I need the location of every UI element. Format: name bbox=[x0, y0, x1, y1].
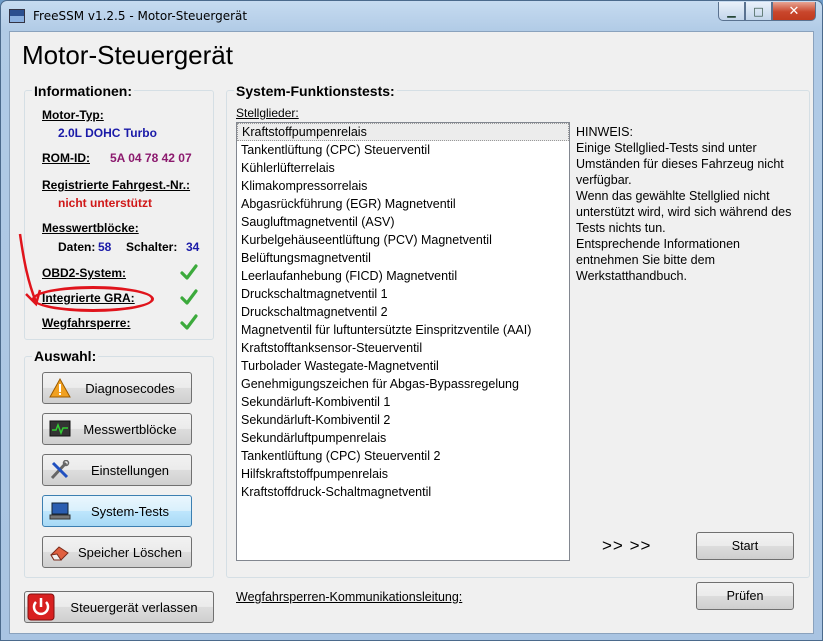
einstellungen-label: Einstellungen bbox=[90, 462, 170, 478]
rom-id-value: 5A 04 78 42 07 bbox=[110, 151, 192, 165]
hint-text: HINWEIS: Einige Stellglied-Tests sind unt… bbox=[576, 124, 801, 284]
list-item[interactable]: Sekundärluftpumpenrelais bbox=[237, 429, 569, 447]
client-area: Motor-Steuergerät Informationen: Motor-T… bbox=[9, 31, 814, 634]
annotation-arrow-icon bbox=[18, 233, 42, 307]
selection-heading: Auswahl: bbox=[32, 348, 99, 364]
hint-line: Einige Stellglied-Tests sind unter bbox=[576, 141, 757, 155]
vin-value: nicht unterstützt bbox=[58, 196, 152, 210]
hint-line: unterstützt wird, wird sich während des bbox=[576, 205, 792, 219]
speicher-loeschen-label: Speicher Löschen bbox=[77, 544, 183, 560]
speicher-loeschen-button[interactable]: Speicher Löschen bbox=[42, 536, 192, 568]
system-tests-button[interactable]: System-Tests bbox=[42, 495, 192, 527]
einstellungen-button[interactable]: Einstellungen bbox=[42, 454, 192, 486]
data-label: Daten: bbox=[58, 240, 96, 254]
motor-type-label: Motor-Typ: bbox=[42, 108, 104, 122]
switch-count: 34 bbox=[186, 240, 200, 254]
hint-line: Entsprechende Informationen bbox=[576, 237, 740, 251]
hint-line: Werkstatthandbuch. bbox=[576, 269, 687, 283]
list-item[interactable]: Genehmigungszeichen für Abgas-Bypassrege… bbox=[237, 375, 569, 393]
check-button[interactable]: Prüfen bbox=[696, 582, 794, 610]
hint-line: HINWEIS: bbox=[576, 125, 633, 139]
list-item[interactable]: Kraftstoffpumpenrelais bbox=[237, 123, 569, 141]
list-item[interactable]: Sekundärluft-Kombiventil 2 bbox=[237, 411, 569, 429]
actuators-label: Stellglieder: bbox=[236, 106, 299, 120]
list-item[interactable]: Turbolader Wastegate-Magnetventil bbox=[237, 357, 569, 375]
vin-label: Registrierte Fahrgest.-Nr.: bbox=[42, 178, 191, 192]
app-icon bbox=[9, 9, 25, 23]
tools-icon bbox=[50, 460, 70, 480]
immo-check-icon bbox=[180, 314, 198, 330]
hint-line: Umständen für dieses Fahrzeug nicht bbox=[576, 157, 784, 171]
page-title: Motor-Steuergerät bbox=[22, 40, 233, 70]
eraser-icon bbox=[50, 546, 69, 561]
list-item[interactable]: Leerlaufanhebung (FICD) Magnetventil bbox=[237, 267, 569, 285]
messwertbloecke-button[interactable]: Messwertblöcke bbox=[42, 413, 192, 445]
list-item[interactable]: Magnetventil für luftuntersützte Einspri… bbox=[237, 321, 569, 339]
list-item[interactable]: Tankentlüftung (CPC) Steuerventil bbox=[237, 141, 569, 159]
list-item[interactable]: Kraftstoffdruck-Schaltmagnetventil bbox=[237, 483, 569, 501]
list-item[interactable]: Abgasrückführung (EGR) Magnetventil bbox=[237, 195, 569, 213]
blocks-label: Messwertblöcke: bbox=[42, 221, 139, 235]
switch-label: Schalter: bbox=[126, 240, 178, 254]
info-heading: Informationen: bbox=[32, 83, 134, 99]
diagnosecodes-button[interactable]: Diagnosecodes bbox=[42, 372, 192, 404]
exit-button[interactable]: Steuergerät verlassen bbox=[24, 591, 214, 623]
list-item[interactable]: Saugluftmagnetventil (ASV) bbox=[237, 213, 569, 231]
maximize-button[interactable]: □ bbox=[745, 2, 772, 21]
tests-heading: System-Funktionstests: bbox=[234, 83, 397, 99]
list-item[interactable]: Kühlerlüfterrelais bbox=[237, 159, 569, 177]
warning-icon bbox=[49, 378, 71, 398]
hint-line: verfügbar. bbox=[576, 173, 632, 187]
power-icon bbox=[27, 593, 55, 621]
data-count: 58 bbox=[98, 240, 112, 254]
motor-type-value: 2.0L DOHC Turbo bbox=[58, 126, 157, 140]
immo-label: Wegfahrsperre: bbox=[42, 316, 131, 330]
list-item[interactable]: Belüftungsmagnetventil bbox=[237, 249, 569, 267]
arrows-indicator: >> >> bbox=[602, 536, 652, 555]
immo-line-label: Wegfahrsperren-Kommunikationsleitung: bbox=[236, 590, 463, 604]
list-item[interactable]: Sekundärluft-Kombiventil 1 bbox=[237, 393, 569, 411]
window-title: FreeSSM v1.2.5 - Motor-Steuergerät bbox=[33, 9, 248, 23]
hint-line: entnehmen Sie bitte dem bbox=[576, 253, 715, 267]
hint-line: Tests nichts tun. bbox=[576, 221, 666, 235]
title-bar[interactable]: FreeSSM v1.2.5 - Motor-Steuergerät ▁ □ ✕ bbox=[1, 1, 822, 31]
list-item[interactable]: Druckschaltmagnetventil 1 bbox=[237, 285, 569, 303]
app-window: FreeSSM v1.2.5 - Motor-Steuergerät ▁ □ ✕… bbox=[0, 0, 823, 641]
system-tests-label: System-Tests bbox=[90, 503, 169, 519]
list-item[interactable]: Druckschaltmagnetventil 2 bbox=[237, 303, 569, 321]
laptop-icon bbox=[49, 502, 71, 520]
list-item[interactable]: Kraftstofftanksensor-Steuerventil bbox=[237, 339, 569, 357]
monitor-icon bbox=[49, 420, 71, 437]
window-controls: ▁ □ ✕ bbox=[718, 2, 816, 21]
exit-label: Steuergerät verlassen bbox=[70, 599, 198, 615]
minimize-button[interactable]: ▁ bbox=[718, 2, 745, 21]
rom-id-label: ROM-ID: bbox=[42, 151, 90, 165]
list-item[interactable]: Tankentlüftung (CPC) Steuerventil 2 bbox=[237, 447, 569, 465]
list-item[interactable]: Hilfskraftstoffpumpenrelais bbox=[237, 465, 569, 483]
close-button[interactable]: ✕ bbox=[772, 2, 816, 21]
messwertbloecke-label: Messwertblöcke bbox=[83, 421, 177, 437]
diagnosecodes-label: Diagnosecodes bbox=[85, 380, 175, 396]
obd2-check-icon bbox=[180, 264, 198, 280]
list-item[interactable]: Kurbelgehäuseentlüftung (PCV) Magnetvent… bbox=[237, 231, 569, 249]
gra-check-icon bbox=[180, 289, 198, 305]
actuator-list[interactable]: Kraftstoffpumpenrelais Tankentlüftung (CP… bbox=[236, 122, 570, 561]
hint-line: Wenn das gewählte Stellglied nicht bbox=[576, 189, 770, 203]
obd2-label: OBD2-System: bbox=[42, 266, 127, 280]
list-item[interactable]: Klimakompressorrelais bbox=[237, 177, 569, 195]
start-button[interactable]: Start bbox=[696, 532, 794, 560]
